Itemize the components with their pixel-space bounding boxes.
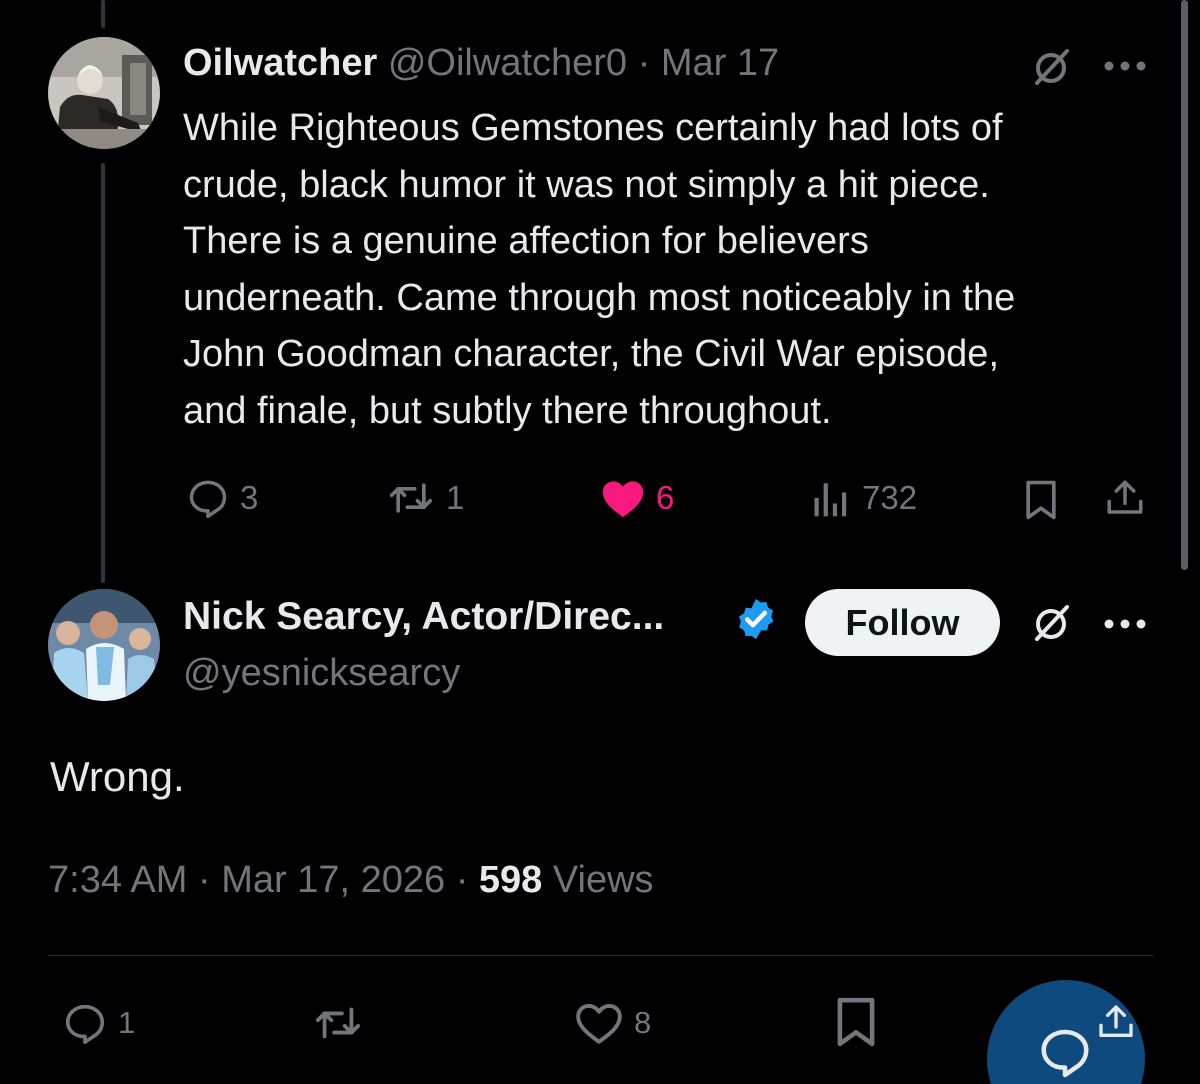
parent-date[interactable]: Mar 17 xyxy=(661,42,779,84)
parent-views-button[interactable]: 732 xyxy=(810,476,917,520)
main-tweet-text: Wrong. xyxy=(50,753,185,800)
repost-icon xyxy=(389,483,433,513)
parent-like-count: 6 xyxy=(656,479,675,516)
share-icon[interactable] xyxy=(1096,1000,1136,1044)
main-display-name[interactable]: Nick Searcy, Actor/Direc... xyxy=(183,591,664,643)
follow-button[interactable]: Follow xyxy=(805,589,1000,656)
views-count: 598 xyxy=(478,859,543,901)
parent-repost-count: 1 xyxy=(446,479,465,516)
scrollbar[interactable] xyxy=(1181,0,1188,570)
main-reply-button[interactable]: 1 xyxy=(62,1000,135,1046)
heart-icon xyxy=(602,481,644,518)
reply-icon xyxy=(189,480,227,519)
meta-separator: · xyxy=(197,859,211,901)
tweet-metadata: 7:34 AM · Mar 17, 2026 · 598 Views xyxy=(48,852,654,908)
main-like-count: 8 xyxy=(634,1005,652,1040)
avatar-image xyxy=(48,589,160,701)
share-icon[interactable] xyxy=(1104,476,1146,520)
parent-handle[interactable]: @Oilwatcher0 xyxy=(388,42,627,84)
avatar-nick-searcy[interactable] xyxy=(48,589,160,701)
main-like-button[interactable]: 8 xyxy=(574,1000,651,1046)
more-icon[interactable] xyxy=(1104,618,1146,630)
tweet-detail-page: Oilwatcher @Oilwatcher0 · Mar 17 While R… xyxy=(0,0,1200,1084)
meta-separator: · xyxy=(455,859,469,901)
main-handle[interactable]: @yesnicksearcy xyxy=(183,648,460,698)
reply-icon xyxy=(65,1004,105,1044)
views-icon xyxy=(814,483,847,517)
parent-reply-button[interactable]: 3 xyxy=(186,476,258,520)
parent-tweet-header: Oilwatcher @Oilwatcher0 · Mar 17 xyxy=(183,38,779,88)
parent-views-count: 732 xyxy=(862,479,918,516)
thread-connector-top xyxy=(101,0,105,28)
grok-icon[interactable] xyxy=(1030,602,1072,644)
parent-repost-button[interactable]: 1 xyxy=(386,476,464,520)
parent-tweet-text: While Righteous Gemstones certainly had … xyxy=(183,107,1016,432)
views-label: Views xyxy=(552,859,654,901)
thread-connector-line xyxy=(101,163,105,583)
parent-reply-count: 3 xyxy=(240,479,259,516)
bookmark-icon[interactable] xyxy=(833,994,879,1050)
tweet-date[interactable]: Mar 17, 2026 xyxy=(221,859,445,901)
compose-icon xyxy=(1041,1029,1089,1078)
parent-display-name[interactable]: Oilwatcher xyxy=(183,42,377,84)
verified-badge-icon[interactable] xyxy=(733,596,779,642)
tweet-time[interactable]: 7:34 AM xyxy=(48,859,187,901)
more-icon[interactable] xyxy=(1104,60,1146,72)
grok-icon[interactable] xyxy=(1030,46,1072,88)
avatar-image xyxy=(48,37,160,149)
divider xyxy=(48,955,1153,956)
avatar-oilwatcher[interactable] xyxy=(48,37,160,149)
bookmark-icon[interactable] xyxy=(1022,478,1060,522)
main-reply-count: 1 xyxy=(118,1005,136,1040)
heart-icon xyxy=(576,1003,622,1044)
parent-like-button[interactable]: 6 xyxy=(600,476,674,520)
header-separator: · xyxy=(637,42,651,84)
repost-icon[interactable] xyxy=(312,1000,364,1046)
